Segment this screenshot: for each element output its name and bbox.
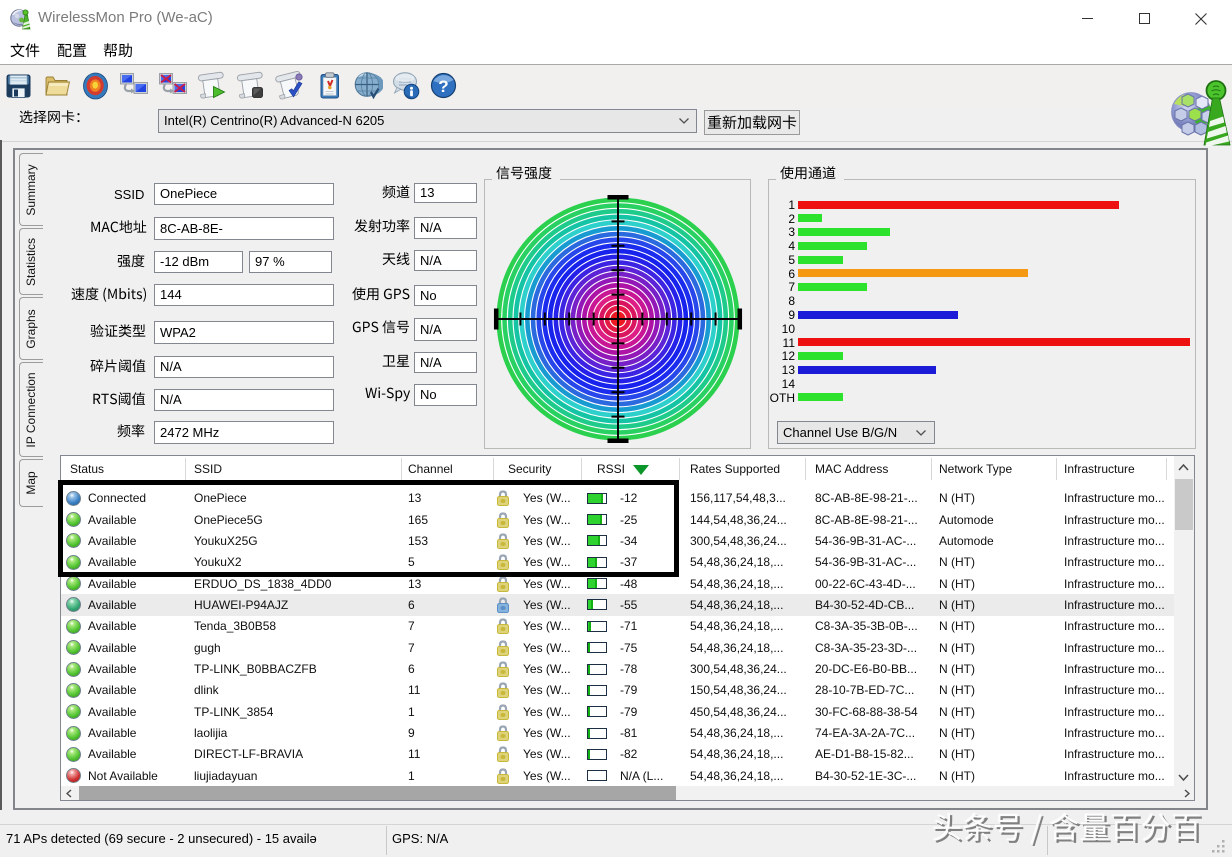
svg-text:?: ? [438,77,448,96]
